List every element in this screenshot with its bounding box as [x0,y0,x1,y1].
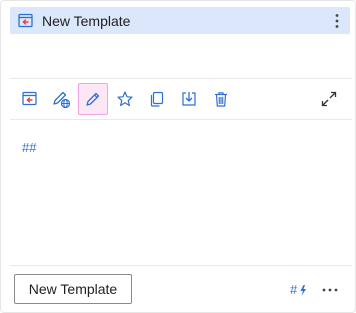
edit-button[interactable] [78,83,108,115]
favorite-button[interactable] [110,83,140,115]
edit-visibility-button[interactable] [46,83,76,115]
expand-button[interactable] [314,83,344,115]
insert-template-icon [22,91,37,106]
divider [10,265,352,266]
template-title: New Template [42,12,131,29]
more-vertical-icon[interactable] [332,11,342,30]
duplicate-button[interactable] [142,83,172,115]
new-template-button[interactable]: New Template [14,274,132,304]
star-icon [117,91,133,107]
template-content[interactable]: ## [22,140,36,155]
pencil-icon [86,92,100,106]
insert-template-button[interactable] [15,83,45,115]
template-header[interactable]: New Template [10,7,350,34]
divider [10,119,352,120]
copy-icon [150,91,164,107]
svg-text:#: # [290,282,298,297]
expand-icon [321,91,337,107]
template-icon [17,12,35,30]
divider [10,78,352,79]
edit-globe-icon [53,91,71,109]
more-horizontal-icon[interactable] [322,281,338,299]
trash-icon [215,92,227,107]
pane-frame [0,0,356,313]
download-into-icon [182,92,196,106]
hash-lightning-icon[interactable]: # [290,281,308,299]
template-toolbar [14,83,344,115]
delete-button[interactable] [206,83,236,115]
import-button[interactable] [174,83,204,115]
